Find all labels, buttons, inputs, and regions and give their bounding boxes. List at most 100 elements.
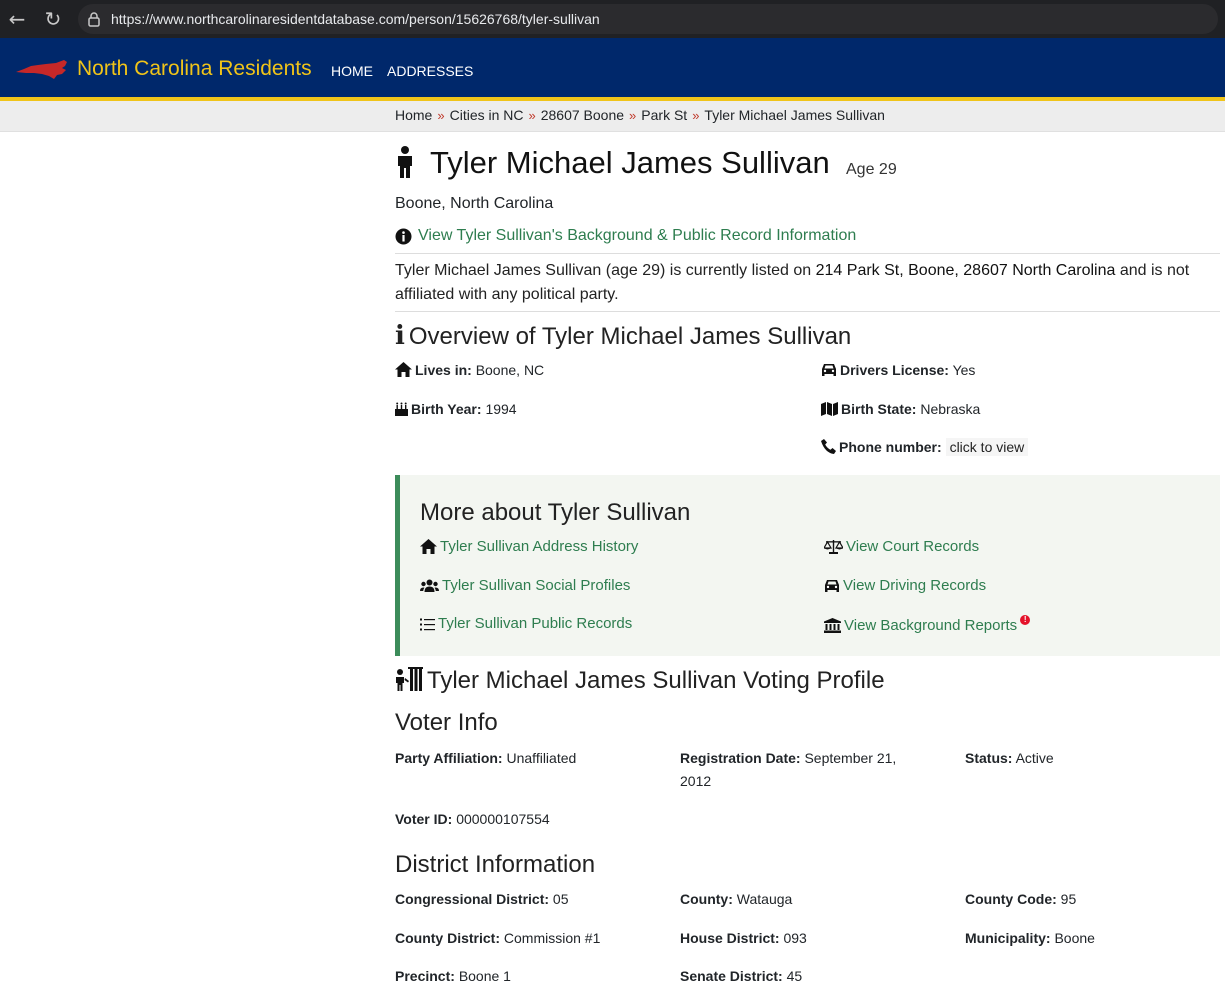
site-brand-link[interactable]: North Carolina Residents [77,57,312,81]
more-about-heading: More about Tyler Sullivan [420,499,691,526]
house-district-label: House District: [680,930,780,946]
birth-year-fact: Birth Year: 1994 [395,401,517,417]
site-header: North Carolina Residents HOME ADDRESSES [0,38,1225,101]
person-location: Boone, North Carolina [395,195,554,212]
address-bar[interactable]: https://www.northcarolinaresidentdatabas… [78,4,1218,34]
alert-badge: ! [1020,615,1031,625]
district-info-heading: District Information [395,851,596,878]
birth-state-fact: Birth State: Nebraska [821,401,980,417]
social-profiles-link[interactable]: Tyler Sullivan Social Profiles [420,577,630,594]
breadcrumb-zip[interactable]: 28607 Boone [541,107,624,123]
congressional-value: 05 [552,891,569,907]
person-summary: Tyler Michael James Sullivan (age 29) is… [395,259,1220,307]
precinct-field: Precinct: Boone 1 [395,965,675,988]
county-code-value: 95 [1060,891,1077,907]
drivers-license-fact: Drivers License: Yes [821,362,975,378]
drivers-license-value: Yes [952,362,976,378]
breadcrumb-street[interactable]: Park St [641,107,687,123]
birth-year-value: 1994 [485,401,517,417]
background-reports-link[interactable]: View Background Reports! [824,615,1031,634]
users-icon [420,579,439,592]
birth-state-label: Birth State: [841,401,917,417]
nav-addresses-link[interactable]: ADDRESSES [387,63,473,79]
voter-id-label: Voter ID: [395,811,453,827]
balance-scale-icon [822,540,845,554]
breadcrumb-separator: » [528,108,536,123]
public-records-link[interactable]: Tyler Sullivan Public Records [420,615,632,632]
county-code-field: County Code: 95 [965,888,1215,911]
url-text: https://www.northcarolinaresidentdatabas… [111,11,600,27]
voting-profile-title: Tyler Michael James Sullivan Voting Prof… [427,667,885,694]
overview-title-text: Overview of Tyler Michael James Sullivan [408,323,852,350]
breadcrumb-bar: Home » Cities in NC » 28607 Boone » Park St » Ty… [0,101,1225,132]
county-value: Watauga [736,891,793,907]
address-history-text: Tyler Sullivan Address History [440,538,639,555]
congressional-label: Congressional District: [395,891,550,907]
drivers-license-label: Drivers License: [840,362,949,378]
birth-state-value: Nebraska [920,401,981,417]
phone-click-to-view[interactable]: click to view [945,438,1029,456]
lives-in-label: Lives in: [415,362,472,378]
precinct-label: Precinct: [395,968,455,984]
house-district-field: House District: 093 [680,927,960,950]
county-label: County: [680,891,733,907]
county-code-label: County Code: [965,891,1057,907]
courthouse-icon [824,618,841,633]
status-label: Status: [965,750,1013,766]
back-arrow-icon[interactable]: ← [5,7,29,31]
background-report-link[interactable]: View Tyler Sullivan's Background & Publi… [418,227,856,245]
breadcrumb-separator: » [692,108,700,123]
overview-heading: i Overview of Tyler Michael James Sulliva… [395,321,851,351]
house-district-value: 093 [783,930,807,946]
north-carolina-map-icon[interactable] [16,58,68,80]
person-name-heading: Tyler Michael James Sullivan [430,145,830,180]
county-district-value: Commission #1 [503,930,601,946]
address-history-link[interactable]: Tyler Sullivan Address History [420,538,638,555]
voting-profile-heading: Tyler Michael James Sullivan Voting Prof… [395,667,885,695]
phone-icon [821,439,836,454]
phone-label: Phone number: [839,439,942,455]
lives-in-value: Boone, NC [475,362,545,378]
info-circle-icon [395,228,412,245]
birthday-cake-icon [395,402,408,416]
county-field: County: Watauga [680,888,960,911]
breadcrumb-current: Tyler Michael James Sullivan [704,107,885,123]
breadcrumb-home[interactable]: Home [395,107,432,123]
reload-icon[interactable]: ↻ [41,7,65,31]
list-icon [420,618,435,631]
breadcrumb-separator: » [437,108,445,123]
public-records-text: Tyler Sullivan Public Records [438,615,633,632]
divider [395,253,1220,254]
party-label: Party Affiliation: [395,750,503,766]
birth-year-label: Birth Year: [411,401,482,417]
court-records-text: View Court Records [846,538,980,555]
senate-district-value: 45 [786,968,803,984]
nav-home-link[interactable]: HOME [331,63,373,79]
info-icon: i [395,321,405,351]
browser-toolbar: ← ↻ https://www.northcarolinaresidentdat… [0,0,1225,38]
social-profiles-text: Tyler Sullivan Social Profiles [442,577,631,594]
person-icon [398,146,412,178]
senate-district-field: Senate District: 45 [680,965,960,988]
municipality-label: Municipality: [965,930,1051,946]
congressional-district-field: Congressional District: 05 [395,888,675,911]
status-field: Status: Active [965,747,1215,770]
lives-in-fact: Lives in: Boone, NC [395,362,544,378]
voter-id-value: 000000107554 [456,811,550,827]
breadcrumb: Home » Cities in NC » 28607 Boone » Park St » Ty… [395,107,885,123]
voting-booth-icon [396,667,423,691]
site-info-icon[interactable] [86,11,102,27]
breadcrumb-separator: » [629,108,637,123]
senate-district-label: Senate District: [680,968,783,984]
driving-records-link[interactable]: View Driving Records [824,577,986,594]
breadcrumb-cities[interactable]: Cities in NC [450,107,524,123]
voter-id-field: Voter ID: 000000107554 [395,808,665,831]
driving-records-text: View Driving Records [843,577,987,594]
precinct-value: Boone 1 [458,968,511,984]
court-records-link[interactable]: View Court Records [822,538,980,555]
phone-fact: Phone number: click to view [821,438,1029,456]
map-icon [821,402,838,416]
summary-address: 214 Park St, Boone, 28607 North Carolina [815,262,1116,279]
county-district-field: County District: Commission #1 [395,927,675,950]
status-value: Active [1015,750,1054,766]
